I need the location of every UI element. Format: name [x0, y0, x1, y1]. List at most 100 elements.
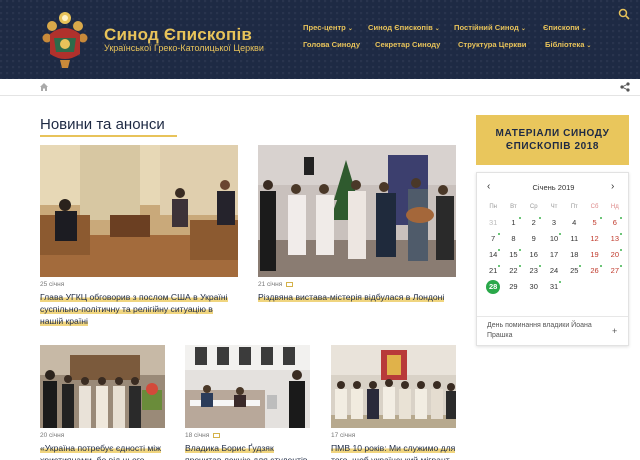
nav-item-bishops[interactable]: Єпископи ⌄: [543, 23, 587, 38]
calendar-day-today[interactable]: 28: [483, 280, 503, 297]
news-title[interactable]: Владика Борис Ґудзяк прочитав лекцію для…: [185, 442, 310, 460]
nav-label: Синод Єпископів: [368, 23, 433, 32]
calendar-day[interactable]: 27: [605, 265, 625, 281]
nav-item-synod-head[interactable]: Голова Синоду: [303, 40, 375, 55]
calendar-day[interactable]: 23: [524, 265, 544, 281]
calendar-day[interactable]: 15: [503, 249, 523, 265]
chevron-down-icon: ⌄: [347, 26, 353, 32]
nav-row-primary: Прес-центр ⌄ Синод Єпископів ⌄ Постійний С…: [303, 23, 603, 38]
calendar-week: 21 22 23 24 25 26 27: [483, 265, 625, 281]
news-photo[interactable]: [331, 345, 456, 428]
calendar-day[interactable]: 21: [483, 265, 503, 281]
chevron-down-icon: ⌄: [586, 43, 592, 49]
calendar-day[interactable]: 7: [483, 233, 503, 249]
nav-label: Прес-центр: [303, 23, 346, 32]
weekday-label: Чт: [550, 204, 558, 210]
calendar-day[interactable]: 10: [544, 233, 564, 249]
news-title[interactable]: «Україна потребує єдності між християнам…: [40, 442, 165, 460]
calendar-day[interactable]: 25: [564, 265, 584, 281]
news-photo[interactable]: [40, 145, 238, 277]
nav-item-press-center[interactable]: Прес-центр ⌄: [303, 23, 368, 38]
weekday-label: Нд: [610, 204, 619, 210]
news-photo[interactable]: [40, 345, 165, 428]
calendar-day[interactable]: 24: [544, 265, 564, 281]
calendar-divider: [477, 316, 628, 317]
news-card[interactable]: 17 січня ПМВ 10 років: Ми служимо для то…: [331, 345, 456, 460]
calendar-week: 31 1 2 3 4 5 6: [483, 217, 625, 233]
expand-event-button[interactable]: +: [612, 326, 617, 336]
calendar-day[interactable]: 2: [524, 217, 544, 233]
calendar-day[interactable]: 5: [584, 217, 604, 233]
nav-item-permanent-synod[interactable]: Постійний Синод ⌄: [454, 23, 543, 38]
banner-line-2: ЄПИСКОПІВ 2018: [505, 141, 600, 152]
news-date: 21 січня: [258, 281, 294, 288]
calendar-day[interactable]: 6: [605, 217, 625, 233]
news-date: 17 січня: [331, 432, 356, 439]
breadcrumb-bar: [0, 79, 640, 96]
calendar-day[interactable]: 16: [524, 249, 544, 265]
calendar-day[interactable]: 20: [605, 249, 625, 265]
news-title[interactable]: Різдвяна вистава-містерія відбулася в Ло…: [258, 291, 456, 315]
news-card[interactable]: 25 січня Глава УГКЦ обговорив з послом С…: [40, 145, 238, 327]
nav-label: Бібліотека: [545, 40, 585, 49]
news-card[interactable]: 21 січня Різдвяна вистава-містерія відбу…: [258, 145, 456, 325]
nav-label: Голова Синоду: [303, 40, 361, 49]
calendar-next-button[interactable]: ›: [611, 181, 614, 192]
calendar-day[interactable]: 22: [503, 265, 523, 281]
calendar-day[interactable]: 14: [483, 249, 503, 265]
calendar-day[interactable]: 18: [564, 249, 584, 265]
calendar-day[interactable]: 11: [564, 233, 584, 249]
calendar-day[interactable]: 17: [544, 249, 564, 265]
calendar-day[interactable]: 26: [584, 265, 604, 281]
news-title-text: «Україна потребує єдності між християнам…: [40, 443, 161, 460]
photo-gallery-icon: [286, 281, 294, 287]
nav-label: Єпископи: [543, 23, 580, 32]
calendar-day[interactable]: 1: [503, 217, 523, 233]
calendar-day[interactable]: 9: [524, 233, 544, 249]
home-icon[interactable]: [40, 83, 48, 91]
news-title-text: Глава УГКЦ обговорив з послом США в Укра…: [40, 292, 228, 326]
calendar-day[interactable]: 19: [584, 249, 604, 265]
banner-line-1: МАТЕРІАЛИ СИНОДУ: [495, 128, 610, 139]
calendar-day[interactable]: 4: [564, 217, 584, 233]
synod-logo[interactable]: [40, 8, 90, 70]
calendar-weekdays: Пн Вт Ср Чт Пт Сб Нд: [483, 201, 625, 217]
section-title: Новини та анонси: [40, 116, 165, 133]
calendar-day[interactable]: 3: [544, 217, 564, 233]
nav-item-synod-secretary[interactable]: Секретар Синоду: [375, 40, 458, 55]
news-photo[interactable]: [185, 345, 310, 428]
calendar-day[interactable]: 29: [503, 281, 523, 297]
weekday-label: Пт: [570, 204, 578, 210]
site-title[interactable]: Синод Єпископів: [104, 25, 252, 45]
news-title-text: ПМВ 10 років: Ми служимо для того, щоб у…: [331, 443, 456, 460]
calendar-day-empty: [605, 281, 625, 297]
news-card[interactable]: 18 січня Владика Борис Ґудзяк прочитав л…: [185, 345, 310, 460]
today-number: 28: [486, 280, 501, 294]
nav-row-secondary: Голова Синоду Секретар Синоду Структура …: [303, 40, 603, 55]
news-title-text: Владика Борис Ґудзяк прочитав лекцію для…: [185, 443, 308, 460]
calendar-day[interactable]: 13: [605, 233, 625, 249]
news-date-text: 18 січня: [185, 432, 210, 439]
nav-item-synod[interactable]: Синод Єпископів ⌄: [368, 23, 454, 38]
calendar-day[interactable]: 30: [524, 281, 544, 297]
nav-item-library[interactable]: Бібліотека ⌄: [545, 40, 591, 55]
news-title[interactable]: Глава УГКЦ обговорив з послом США в Укра…: [40, 291, 238, 327]
nav-item-church-structure[interactable]: Структура Церкви: [458, 40, 545, 55]
calendar-event[interactable]: День поминання владики Йоана Прашка: [487, 321, 617, 341]
synod-materials-banner[interactable]: МАТЕРІАЛИ СИНОДУ ЄПИСКОПІВ 2018: [476, 115, 629, 165]
news-photo[interactable]: [258, 145, 456, 277]
main-nav: Прес-центр ⌄ Синод Єпископів ⌄ Постійний С…: [303, 23, 603, 57]
news-title-text: Різдвяна вистава-містерія відбулася в Ло…: [258, 292, 445, 302]
calendar-day[interactable]: 31: [544, 281, 564, 297]
search-icon[interactable]: [618, 8, 630, 20]
calendar-day[interactable]: 31: [483, 217, 503, 233]
chevron-down-icon: ⌄: [581, 26, 587, 32]
photo-gallery-icon: [213, 432, 221, 438]
calendar-day[interactable]: 8: [503, 233, 523, 249]
news-title[interactable]: ПМВ 10 років: Ми служимо для того, щоб у…: [331, 442, 456, 460]
calendar-grid: Пн Вт Ср Чт Пт Сб Нд 31 1 2 3 4 5 6 7 8 …: [483, 201, 625, 297]
calendar-day[interactable]: 12: [584, 233, 604, 249]
share-icon[interactable]: [620, 82, 630, 92]
section-underline: [40, 135, 177, 137]
news-card[interactable]: 20 січня «Україна потребує єдності між х…: [40, 345, 165, 460]
